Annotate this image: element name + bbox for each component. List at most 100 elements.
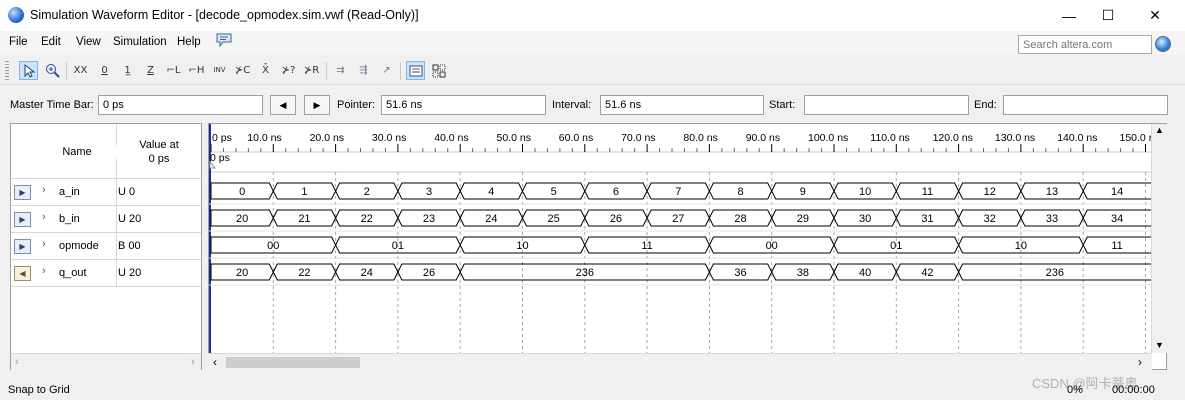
bus-value-label: 236 (576, 267, 594, 279)
time-tick-label: 0 ps (212, 132, 232, 144)
status-progress-percent: 0% (1067, 384, 1083, 396)
forcing-high-icon[interactable]: 1̲ (118, 61, 137, 80)
forcing-low-icon[interactable]: 0 (95, 61, 114, 80)
scroll-down-icon[interactable]: ▼ (1155, 340, 1164, 350)
signal-table: Name Value at 0 ps ▶ › a_in U 0 ▶ › b_in… (10, 123, 202, 370)
time-tick-label: 20.0 ns (310, 132, 344, 144)
globe-icon[interactable] (1155, 36, 1171, 52)
end-field[interactable] (1003, 95, 1168, 115)
scrollbar-thumb[interactable] (226, 357, 360, 368)
grid-size-icon[interactable]: ↗ (377, 61, 396, 80)
signal-row-a-in[interactable]: ▶ › a_in U 0 (11, 178, 201, 205)
previous-transition-button[interactable]: ◀ (270, 95, 296, 115)
help-chat-icon[interactable] (216, 33, 232, 47)
bus-value-label: 23 (423, 213, 435, 225)
pointer-tool-icon[interactable] (19, 61, 38, 80)
start-field[interactable] (804, 95, 969, 115)
bus-value-label: 01 (890, 240, 902, 252)
snap-grid-icon[interactable]: ⇶ (354, 61, 373, 80)
bus-value-label: 8 (737, 186, 743, 198)
compare-icon[interactable] (429, 61, 448, 80)
bus-value-label: 00 (267, 240, 279, 252)
bus-value-label: 4 (488, 186, 494, 198)
bus-value-label: 32 (984, 213, 996, 225)
high-impedance-icon[interactable]: Z (141, 61, 160, 80)
signal-value: U 0 (118, 186, 136, 198)
time-tick-label: 130.0 ns (995, 132, 1035, 144)
waveform-panel[interactable]: 0 ps 10.0 ns 20.0 ns 30.0 ns 40.0 ns 50.0 ns 6… (208, 123, 1167, 370)
close-button[interactable]: ✕ (1132, 0, 1178, 31)
bus-value-label: 10 (516, 240, 528, 252)
expand-chevron-icon[interactable]: › (42, 238, 46, 250)
scroll-left-icon[interactable]: ‹ (15, 356, 19, 368)
maximize-icon: ☐ (1101, 7, 1115, 23)
bus-value-label: 21 (298, 213, 310, 225)
bus-value-label: 236 (1046, 267, 1064, 279)
bus-value-label: 42 (921, 267, 933, 279)
input-pin-icon: ▶ (14, 185, 31, 200)
name-column-header[interactable]: Name (37, 145, 117, 159)
scroll-right-icon[interactable]: › (1138, 355, 1142, 369)
interval-label: Interval: (552, 99, 592, 111)
master-time-marker-label: 0 ps (210, 152, 230, 164)
master-time-bar-field[interactable]: 0 ps (98, 95, 263, 115)
signal-name: a_in (59, 186, 80, 198)
dont-care-icon[interactable]: ⊁R (302, 61, 321, 80)
waveform-vertical-scrollbar[interactable]: ▲ ▼ (1151, 124, 1167, 353)
scroll-left-icon[interactable]: ‹ (213, 355, 217, 369)
weak-low-icon[interactable]: ⌐L (164, 61, 183, 80)
signal-row-opmode[interactable]: ▶ › opmode B 00 (11, 232, 201, 259)
bus-value-label: 01 (392, 240, 404, 252)
status-elapsed-time: 00:00:00 (1112, 384, 1155, 396)
arbitrary-value-icon[interactable]: ⇉ (331, 61, 350, 80)
bus-value-label: 22 (298, 267, 310, 279)
time-tick-label: 100.0 ns (808, 132, 848, 144)
scroll-up-icon[interactable]: ▲ (1155, 125, 1164, 135)
weak-high-icon[interactable]: ⌐H (187, 61, 206, 80)
maximize-button[interactable]: ☐ (1085, 0, 1131, 31)
bus-value-label: 13 (1046, 186, 1058, 198)
time-tick-label: 90.0 ns (746, 132, 780, 144)
bus-value-label: 25 (548, 213, 560, 225)
menu-view[interactable]: View (76, 36, 101, 48)
bus-value-label: 30 (859, 213, 871, 225)
bus-value-label: 10 (859, 186, 871, 198)
next-transition-button[interactable]: ▶ (304, 95, 330, 115)
expand-chevron-icon[interactable]: › (42, 184, 46, 196)
signal-value: U 20 (118, 267, 142, 279)
menu-file[interactable]: File (9, 36, 28, 48)
bus-value-label: 24 (485, 213, 497, 225)
waveform-horizontal-scrollbar[interactable]: ‹ › (208, 353, 1152, 370)
expand-chevron-icon[interactable]: › (42, 265, 46, 277)
menu-simulation[interactable]: Simulation (113, 36, 167, 48)
bus-value-label: 38 (797, 267, 809, 279)
signal-value: U 20 (118, 213, 142, 225)
uninitialized-icon[interactable]: XX (71, 61, 90, 80)
search-input[interactable] (1018, 35, 1152, 54)
random-value-icon[interactable]: ⊁? (279, 61, 298, 80)
insert-node-icon[interactable] (406, 61, 425, 80)
time-tick-label: 40.0 ns (434, 132, 468, 144)
menu-help[interactable]: Help (177, 36, 201, 48)
bus-value-label: 11 (641, 240, 652, 252)
scroll-right-icon[interactable]: › (191, 356, 195, 368)
signal-table-horizontal-scrollbar[interactable]: ‹ › (11, 353, 201, 370)
signal-row-b-in[interactable]: ▶ › b_in U 20 (11, 205, 201, 232)
zoom-tool-icon[interactable] (43, 61, 62, 80)
expand-chevron-icon[interactable]: › (42, 211, 46, 223)
toolbar-grip[interactable] (5, 61, 9, 81)
bus-value-label: 11 (1111, 240, 1122, 252)
time-tick-label: 30.0 ns (372, 132, 406, 144)
window-title: Simulation Waveform Editor - [decode_opm… (30, 8, 419, 22)
input-pin-icon: ▶ (14, 239, 31, 254)
bus-value-label: 5 (551, 186, 557, 198)
signal-row-q-out[interactable]: ◀ › q_out U 20 (11, 259, 201, 287)
interval-field[interactable]: 51.6 ns (600, 95, 764, 115)
count-value-icon[interactable]: ⊁C (233, 61, 252, 80)
clock-value-icon[interactable]: X̄ (256, 61, 275, 80)
value-column-header[interactable]: Value at 0 ps (117, 138, 201, 166)
pointer-field[interactable]: 51.6 ns (381, 95, 546, 115)
waveform-canvas[interactable]: 0 ps 10.0 ns 20.0 ns 30.0 ns 40.0 ns 50.0 ns 6… (209, 124, 1167, 370)
invert-icon[interactable]: INV (210, 61, 229, 80)
menu-edit[interactable]: Edit (41, 36, 61, 48)
